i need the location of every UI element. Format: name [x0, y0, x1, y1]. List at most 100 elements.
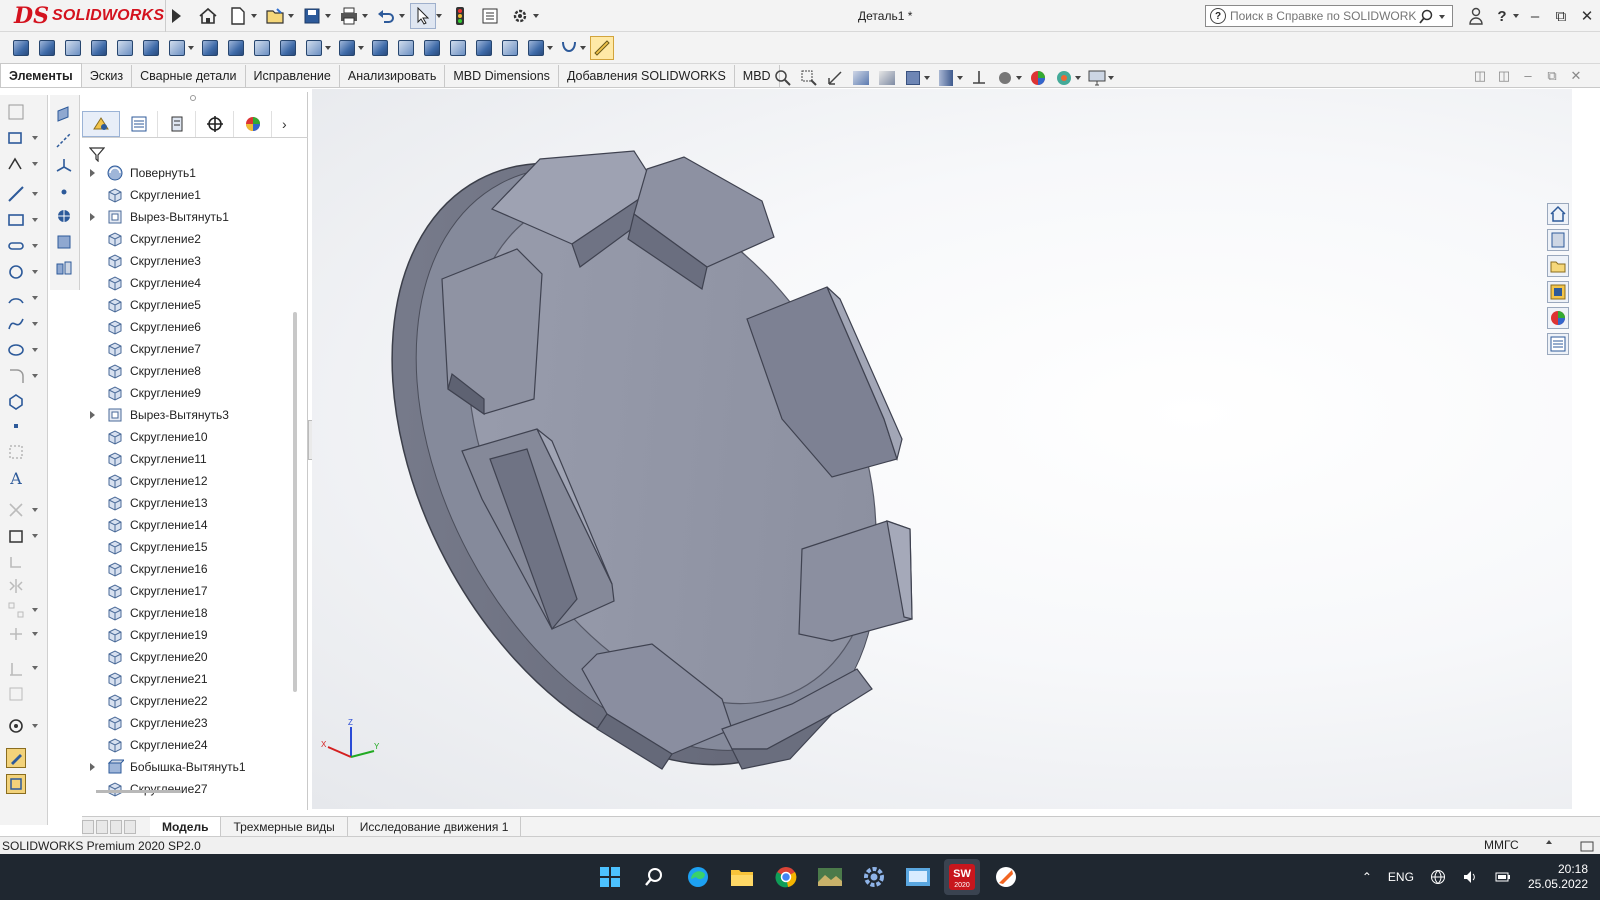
- tab-motion-study[interactable]: Исследование движения 1: [348, 817, 522, 836]
- prev-tab-icon[interactable]: [96, 819, 108, 834]
- swept-cut-icon[interactable]: [224, 36, 248, 60]
- expand-arrow-icon[interactable]: [90, 213, 95, 221]
- instant3d-icon[interactable]: [590, 35, 614, 60]
- shell-icon[interactable]: [446, 36, 470, 60]
- settings-icon[interactable]: [856, 859, 892, 895]
- menu-expand-arrow-icon[interactable]: [172, 8, 181, 23]
- dimension-icon[interactable]: [6, 153, 42, 175]
- view-settings-monitor-icon[interactable]: [1086, 67, 1108, 89]
- feature-tree-item[interactable]: Скругление8: [82, 360, 292, 382]
- feature-tree-item[interactable]: Скругление27: [82, 778, 292, 800]
- boundary-cut-icon[interactable]: [276, 36, 300, 60]
- minimize-icon[interactable]: –: [1522, 3, 1548, 29]
- feature-tree-hscrollbar[interactable]: [96, 790, 182, 793]
- trim-entities-icon[interactable]: [6, 499, 42, 521]
- scene-icon[interactable]: [1053, 67, 1075, 89]
- photos-icon[interactable]: [812, 859, 848, 895]
- feature-tree-item[interactable]: Скругление24: [82, 734, 292, 756]
- input-language[interactable]: ENG: [1388, 870, 1414, 884]
- network-globe-icon[interactable]: [1430, 869, 1446, 885]
- feature-tree-item[interactable]: Скругление12: [82, 470, 292, 492]
- edge-icon[interactable]: [680, 859, 716, 895]
- battery-icon[interactable]: [1494, 869, 1512, 885]
- feature-tree-item[interactable]: Повернуть1: [82, 162, 292, 184]
- feature-tree-item[interactable]: Вырез-Вытянуть3: [82, 404, 292, 426]
- repair-sketch-icon[interactable]: [6, 683, 42, 705]
- help-question-icon[interactable]: ?: [1489, 3, 1515, 29]
- property-manager-tab-icon[interactable]: [120, 110, 158, 137]
- chevron-down-icon[interactable]: [288, 13, 294, 18]
- fillet-sketch-icon[interactable]: [6, 365, 42, 387]
- sketch-icon[interactable]: [6, 101, 42, 123]
- feature-tree-item[interactable]: Скругление6: [82, 316, 292, 338]
- doc-close-icon[interactable]: ✕: [1564, 68, 1588, 84]
- feature-tree-item[interactable]: Скругление3: [82, 250, 292, 272]
- polygon-icon[interactable]: [6, 391, 42, 413]
- rebuild-traffic-light-icon[interactable]: [447, 3, 473, 29]
- graphics-area[interactable]: Z X Y: [312, 89, 1572, 809]
- tab-addins[interactable]: Добавления SOLIDWORKS: [559, 65, 735, 87]
- feature-tree-item[interactable]: Скругление4: [82, 272, 292, 294]
- feature-tree-item[interactable]: Скругление13: [82, 492, 292, 514]
- feature-tree-item[interactable]: Скругление9: [82, 382, 292, 404]
- line-icon[interactable]: [6, 183, 42, 205]
- zoom-to-fit-icon[interactable]: [772, 67, 794, 89]
- rapid-sketch-icon[interactable]: [6, 747, 42, 769]
- display-style-icon[interactable]: [935, 67, 957, 89]
- windows-start-icon[interactable]: [592, 859, 628, 895]
- extruded-cut-icon[interactable]: [139, 36, 163, 60]
- reference-geometry-icon[interactable]: [524, 36, 548, 60]
- mirror-entities-icon[interactable]: [6, 575, 42, 597]
- help-search-input[interactable]: [1230, 9, 1416, 23]
- tab-model[interactable]: Модель: [150, 817, 222, 836]
- search-icon[interactable]: [1418, 9, 1434, 25]
- fillet-icon[interactable]: [302, 36, 326, 60]
- tab-repair[interactable]: Исправление: [246, 65, 340, 87]
- feature-tree-scrollbar[interactable]: [293, 312, 297, 692]
- feature-tree-item[interactable]: Вырез-Вытянуть1: [82, 206, 292, 228]
- feature-tree-item[interactable]: Скругление5: [82, 294, 292, 316]
- file-explorer-icon[interactable]: [724, 859, 760, 895]
- chevron-down-icon[interactable]: [358, 45, 364, 50]
- tab-features[interactable]: Элементы: [0, 63, 82, 87]
- feature-tree-item[interactable]: Скругление20: [82, 646, 292, 668]
- swept-boss-icon[interactable]: [61, 36, 85, 60]
- solidworks-resources-icon[interactable]: [1547, 203, 1569, 225]
- restore-icon[interactable]: ⧉: [1548, 3, 1574, 29]
- first-tab-icon[interactable]: [82, 819, 94, 834]
- feature-tree-item[interactable]: Скругление14: [82, 514, 292, 536]
- control-panel-icon[interactable]: [900, 859, 936, 895]
- arc-icon[interactable]: [6, 287, 42, 309]
- feature-tree-item[interactable]: Скругление11: [82, 448, 292, 470]
- convert-entities-icon[interactable]: [6, 525, 42, 547]
- solidworks-2020-icon[interactable]: SW 2020: [944, 859, 980, 895]
- edit-appearance-icon[interactable]: [994, 67, 1016, 89]
- feature-tree-item[interactable]: Скругление19: [82, 624, 292, 646]
- part-model[interactable]: [312, 89, 1572, 809]
- tile-right-icon[interactable]: ◫: [1492, 68, 1516, 84]
- unit-system[interactable]: ММГС: [1484, 838, 1519, 852]
- file-properties-icon[interactable]: [477, 3, 503, 29]
- feature-tree-filter[interactable]: [86, 142, 306, 164]
- chrome-icon[interactable]: [768, 859, 804, 895]
- chevron-down-icon[interactable]: [533, 13, 539, 18]
- chevron-down-icon[interactable]: [325, 13, 331, 18]
- panel-grip-icon[interactable]: [190, 95, 196, 101]
- options-gear-icon[interactable]: [507, 3, 533, 29]
- chevron-down-icon[interactable]: [924, 76, 930, 80]
- feature-tree-item[interactable]: Скругление2: [82, 228, 292, 250]
- hide-show-items-icon[interactable]: [968, 67, 990, 89]
- instant2d-icon[interactable]: [6, 773, 42, 795]
- chevron-down-icon[interactable]: [362, 13, 368, 18]
- view-palette-icon[interactable]: [1547, 281, 1569, 303]
- clock[interactable]: 20:18 25.05.2022: [1528, 862, 1588, 892]
- appearances-pane-icon[interactable]: [1547, 307, 1569, 329]
- home-icon[interactable]: [195, 3, 221, 29]
- select-pointer-icon[interactable]: [410, 2, 436, 29]
- chevron-down-icon[interactable]: [1439, 15, 1445, 19]
- rib-icon[interactable]: [368, 36, 392, 60]
- chevron-down-icon[interactable]: [580, 45, 586, 50]
- tile-left-icon[interactable]: ◫: [1468, 68, 1492, 84]
- circle-icon[interactable]: [6, 261, 42, 283]
- chevron-down-icon[interactable]: [251, 13, 257, 18]
